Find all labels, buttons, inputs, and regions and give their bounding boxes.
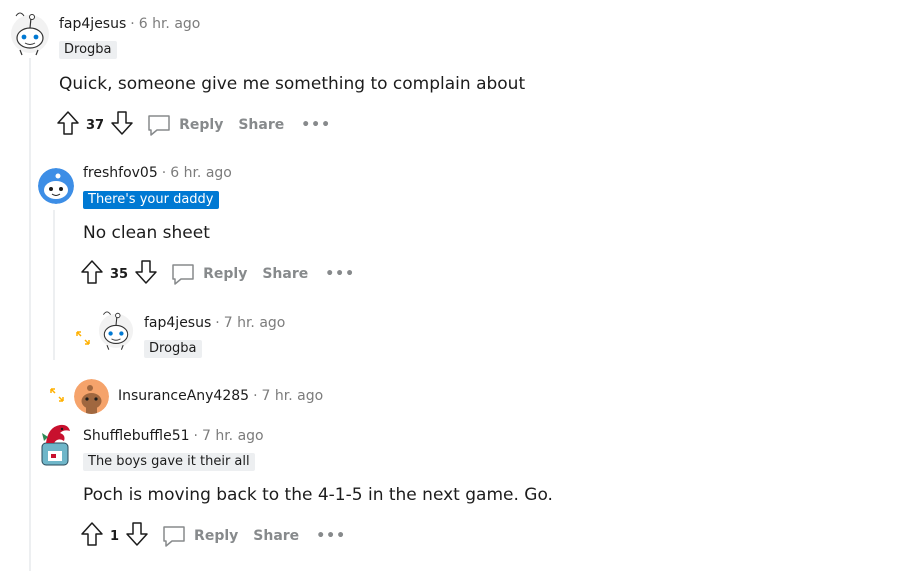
comment-actions: 1 Reply Share ••• [80,522,346,550]
comment-icon [148,115,170,136]
dragon-avatar-icon [41,424,70,466]
comment-body: No clean sheet [83,223,210,243]
comment-meta: freshfov05 · 6 hr. ago [83,164,232,182]
username-link[interactable]: fap4jesus [59,16,126,32]
comment-actions: 37 Reply Share ••• [56,111,331,139]
timestamp[interactable]: 6 hr. ago [170,165,232,181]
comment-meta: fap4jesus · 7 hr. ago [144,314,285,332]
reply-button[interactable]: Reply [170,262,247,286]
reply-label: Reply [194,528,239,544]
username-link[interactable]: Shufflebuffle51 [83,428,190,444]
snoo-avatar-icon [11,12,49,56]
username-link[interactable]: freshfov05 [83,165,158,181]
separator-dot: · [215,315,220,331]
avatar[interactable] [98,306,134,352]
user-flair: There's your daddy [83,191,219,209]
expand-icon[interactable] [48,386,66,408]
username-link[interactable]: InsuranceAny4285 [118,388,249,404]
avatar[interactable] [74,379,109,414]
comment-meta: fap4jesus · 6 hr. ago [59,15,200,33]
comment-body: Poch is moving back to the 4-1-5 in the … [83,485,553,505]
share-button[interactable]: Share [262,266,308,282]
comment-meta: InsuranceAny4285 · 7 hr. ago [118,387,323,405]
upvote-icon[interactable] [80,259,104,289]
user-flair: The boys gave it their all [83,453,255,471]
avatar[interactable] [38,168,74,204]
separator-dot: · [253,388,258,404]
reply-label: Reply [179,117,224,133]
snoo-avatar-icon [74,379,109,414]
avatar[interactable] [10,8,50,56]
reply-label: Reply [203,266,248,282]
user-flair: Drogba [59,41,117,59]
more-options-button[interactable]: ••• [301,117,331,133]
timestamp[interactable]: 7 hr. ago [202,428,264,444]
downvote-icon[interactable] [134,259,158,289]
downvote-icon[interactable] [125,521,149,551]
timestamp[interactable]: 7 hr. ago [262,388,324,404]
thread-line-reply[interactable] [53,210,55,360]
thread-line-root[interactable] [29,58,31,571]
share-button[interactable]: Share [238,117,284,133]
user-flair: Drogba [144,340,202,358]
vote-count: 35 [110,266,129,282]
separator-dot: · [161,165,167,181]
comment-icon [172,264,194,285]
snoo-avatar-icon [98,311,134,350]
comment-body: Quick, someone give me something to comp… [59,74,526,94]
snoo-avatar-icon [38,168,74,204]
vote-count: 1 [110,528,120,544]
reply-button[interactable]: Reply [146,113,223,137]
comment-actions: 35 Reply Share ••• [80,260,355,288]
comment-icon [163,526,185,547]
expand-icon[interactable] [74,329,92,351]
upvote-icon[interactable] [56,110,80,140]
username-link[interactable]: fap4jesus [144,315,211,331]
more-options-button[interactable]: ••• [325,266,355,282]
reply-button[interactable]: Reply [161,524,238,548]
downvote-icon[interactable] [110,110,134,140]
more-options-button[interactable]: ••• [316,528,346,544]
separator-dot: · [193,428,198,444]
separator-dot: · [130,16,135,32]
upvote-icon[interactable] [80,521,104,551]
timestamp[interactable]: 6 hr. ago [139,16,201,32]
avatar[interactable] [38,421,74,467]
comment-meta: Shufflebuffle51 · 7 hr. ago [83,427,264,445]
vote-count: 37 [86,117,105,133]
timestamp[interactable]: 7 hr. ago [224,315,286,331]
share-button[interactable]: Share [253,528,299,544]
